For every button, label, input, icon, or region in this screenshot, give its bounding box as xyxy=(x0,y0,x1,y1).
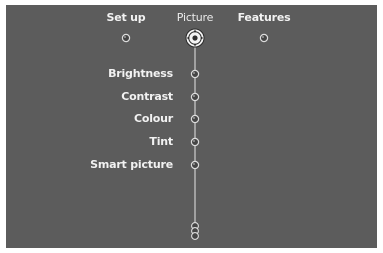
menu-graphics xyxy=(121,28,269,240)
tab-set-up-node-icon[interactable] xyxy=(121,33,131,43)
menu-item-contrast-node-icon xyxy=(190,92,200,102)
four-way-navigation-icon[interactable] xyxy=(185,28,205,48)
menu-item-smart-picture-node-icon xyxy=(190,160,200,170)
scroll-down-indicator-icon[interactable] xyxy=(191,222,199,240)
menu-item-brightness-node-icon xyxy=(190,69,200,79)
tab-features-node-icon[interactable] xyxy=(259,33,269,43)
menu-item-colour-node-icon xyxy=(190,114,200,124)
tv-menu-screen: Set up Picture Features Brightness Contr… xyxy=(6,5,377,248)
menu-item-tint-node-icon xyxy=(190,137,200,147)
